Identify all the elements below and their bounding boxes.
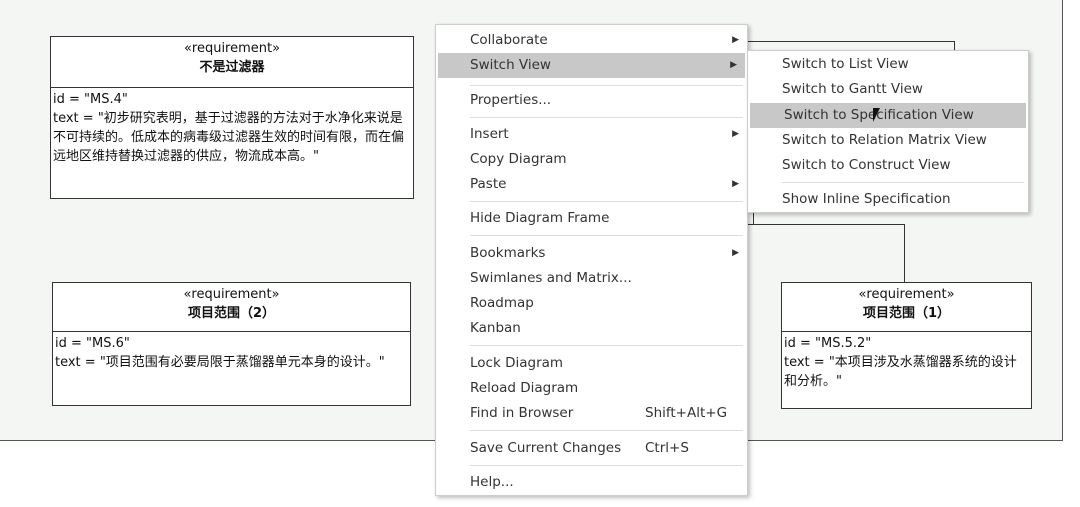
menu-item-label: Find in Browser: [470, 405, 574, 421]
menu-item-switch-to-specification-view[interactable]: Switch to Specification View: [750, 103, 1026, 128]
id-property: id = "MS.6": [55, 336, 130, 351]
text-property: text = "项目范围有必要局限于蒸馏器单元本身的设计。": [55, 355, 385, 370]
text-property: text = "初步研究表明，基于过滤器的方法对于水净化来说是不可持续的。低成本…: [53, 111, 405, 164]
menu-item-find-in-browser[interactable]: Find in Browser Shift+Alt+G: [436, 401, 747, 426]
submenu-arrow-icon: ▶: [730, 60, 737, 70]
menu-separator: [782, 182, 1024, 183]
connector: [904, 224, 905, 282]
menu-separator: [470, 430, 743, 431]
menu-item-label: Roadmap: [470, 295, 534, 311]
menu-item-switch-to-relation-matrix-view[interactable]: Switch to Relation Matrix View: [748, 128, 1028, 153]
menu-separator: [470, 465, 743, 466]
submenu-arrow-icon: ▶: [732, 248, 739, 258]
requirement-box[interactable]: «requirement» 项目范围（1） id = "MS.5.2" text =…: [781, 282, 1032, 409]
menu-item-label: Insert: [470, 126, 509, 142]
menu-item-save-current-changes[interactable]: Save Current Changes Ctrl+S: [436, 436, 747, 461]
menu-item-label: Paste: [470, 176, 507, 192]
menu-separator: [470, 85, 743, 86]
menu-item-label: Switch to List View: [782, 56, 909, 72]
requirement-box[interactable]: «requirement» 项目范围（2） id = "MS.6" text = "…: [52, 282, 411, 406]
requirement-box[interactable]: «requirement» 不是过滤器 id = "MS.4" text = "初步…: [50, 36, 414, 199]
menu-item-label: Switch to Construct View: [782, 157, 951, 173]
shortcut-label: Ctrl+S: [645, 440, 689, 456]
menu-item-help[interactable]: Help...: [436, 470, 747, 495]
menu-separator: [470, 117, 743, 118]
menu-item-reload-diagram[interactable]: Reload Diagram: [436, 376, 747, 401]
menu-item-label: Switch View: [470, 57, 551, 73]
menu-separator: [470, 235, 743, 236]
menu-item-label: Hide Diagram Frame: [470, 210, 610, 226]
menu-item-label: Collaborate: [470, 32, 548, 48]
menu-item-switch-to-gantt-view[interactable]: Switch to Gantt View: [748, 77, 1028, 102]
shortcut-label: Shift+Alt+G: [645, 405, 728, 421]
context-menu: Collaborate ▶ Switch View ▶ Properties... Ins…: [435, 24, 748, 496]
text-property: text = "本项目涉及水蒸馏器系统的设计和分析。": [784, 355, 1017, 389]
switch-view-submenu: Switch to List View Switch to Gantt View S…: [747, 50, 1029, 213]
connector: [747, 41, 955, 42]
menu-item-label: Save Current Changes: [470, 440, 622, 456]
menu-item-hide-diagram-frame[interactable]: Hide Diagram Frame: [436, 206, 747, 231]
connector: [747, 224, 904, 225]
menu-item-roadmap[interactable]: Roadmap: [436, 291, 747, 316]
menu-item-properties[interactable]: Properties...: [436, 88, 747, 113]
menu-item-label: Switch to Gantt View: [782, 81, 923, 97]
stereotype: «requirement»: [183, 41, 281, 56]
connector: [753, 212, 754, 224]
menu-item-label: Bookmarks: [470, 245, 546, 261]
requirement-name: 项目范围（2）: [187, 306, 276, 321]
menu-item-swimlanes-and-matrix[interactable]: Swimlanes and Matrix...: [436, 266, 747, 291]
menu-item-label: Show Inline Specification: [782, 191, 951, 207]
requirement-name: 不是过滤器: [199, 60, 265, 75]
menu-item-label: Swimlanes and Matrix...: [470, 270, 632, 286]
menu-item-lock-diagram[interactable]: Lock Diagram: [436, 351, 747, 376]
stereotype: «requirement»: [858, 287, 955, 302]
menu-item-label: Lock Diagram: [470, 355, 564, 371]
menu-item-label: Properties...: [470, 92, 552, 108]
menu-item-insert[interactable]: Insert ▶: [436, 122, 747, 147]
menu-item-bookmarks[interactable]: Bookmarks ▶: [436, 241, 747, 266]
mouse-cursor-icon: [873, 108, 887, 122]
menu-item-copy-diagram[interactable]: Copy Diagram: [436, 147, 747, 172]
menu-item-label: Help...: [470, 474, 514, 490]
menu-item-label: Copy Diagram: [470, 151, 567, 167]
menu-separator: [470, 345, 743, 346]
submenu-arrow-icon: ▶: [732, 35, 739, 45]
menu-item-switch-to-list-view[interactable]: Switch to List View: [748, 52, 1028, 77]
menu-item-collaborate[interactable]: Collaborate ▶: [436, 28, 747, 53]
menu-item-label: Switch to Relation Matrix View: [782, 132, 987, 148]
id-property: id = "MS.5.2": [784, 336, 872, 351]
stereotype: «requirement»: [183, 287, 280, 302]
menu-item-label: Reload Diagram: [470, 380, 579, 396]
menu-separator: [470, 201, 743, 202]
menu-item-kanban[interactable]: Kanban: [436, 316, 747, 341]
id-property: id = "MS.4": [53, 92, 128, 107]
submenu-arrow-icon: ▶: [732, 179, 739, 189]
submenu-arrow-icon: ▶: [732, 129, 739, 139]
menu-item-label: Kanban: [470, 320, 521, 336]
menu-item-paste[interactable]: Paste ▶: [436, 172, 747, 197]
menu-item-switch-view[interactable]: Switch View ▶: [438, 53, 745, 78]
menu-item-show-inline-specification[interactable]: Show Inline Specification: [748, 187, 1028, 212]
requirement-name: 项目范围（1）: [862, 306, 951, 321]
menu-item-switch-to-construct-view[interactable]: Switch to Construct View: [748, 153, 1028, 178]
